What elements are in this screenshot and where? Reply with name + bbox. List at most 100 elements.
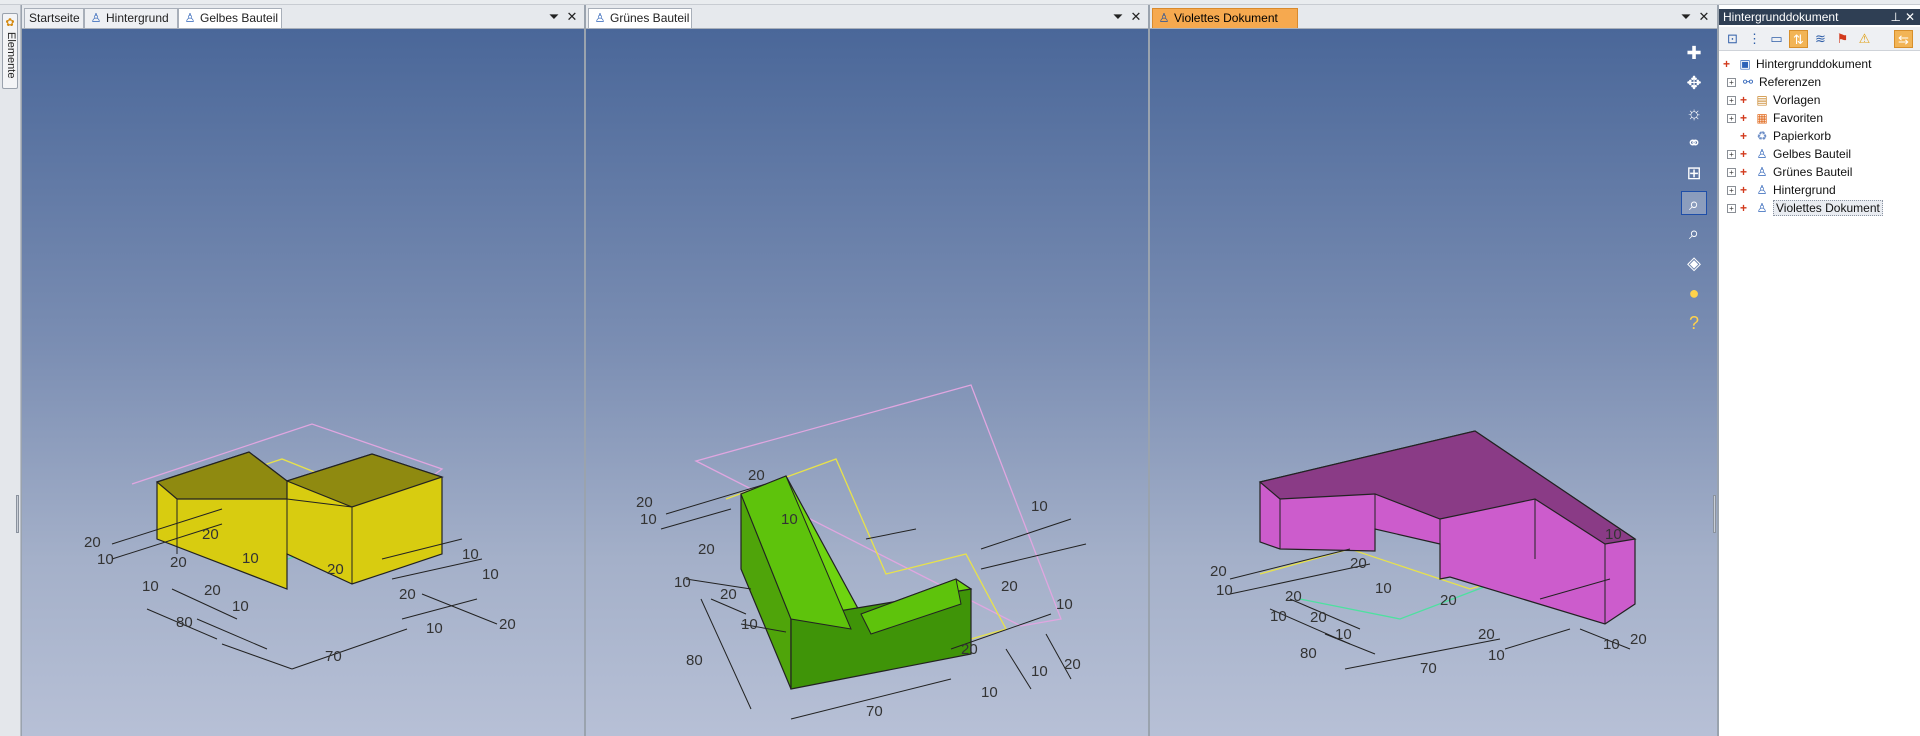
tree-node-vorlagen[interactable]: + + ▤ Vorlagen bbox=[1727, 91, 1820, 109]
dimension-label: 10 bbox=[674, 574, 691, 591]
dimension-label: 10 bbox=[741, 616, 758, 633]
tree-node-label: Vorlagen bbox=[1773, 93, 1821, 107]
tab-label: Startseite bbox=[29, 11, 80, 25]
dimension-label: 10 bbox=[1605, 526, 1622, 543]
color-icon[interactable]: ● bbox=[1681, 281, 1707, 305]
warning-icon[interactable]: ⚠ bbox=[1855, 30, 1874, 48]
tree-node-gelbes-bauteil[interactable]: + + ♙ Gelbes Bauteil bbox=[1727, 145, 1851, 163]
tab-label: Gelbes Bauteil bbox=[200, 11, 279, 25]
tab-menu-icon[interactable]: ⏷ bbox=[546, 9, 562, 25]
tree-node-root[interactable]: + ▣ Hintergrunddokument bbox=[1723, 55, 1871, 73]
window-icon[interactable]: ▭ bbox=[1767, 30, 1786, 48]
dimension-label: 20 bbox=[1630, 631, 1647, 648]
add-icon: + bbox=[1740, 201, 1748, 215]
dimension-label: 10 bbox=[482, 566, 499, 583]
elements-tab[interactable]: ✿ Elemente bbox=[2, 13, 18, 89]
flag-icon[interactable]: ⚑ bbox=[1833, 30, 1852, 48]
help-icon[interactable]: ? bbox=[1681, 311, 1707, 335]
fit-icon[interactable]: ⊡ bbox=[1723, 30, 1742, 48]
add-icon: + bbox=[1740, 165, 1748, 179]
tab-menu-icon[interactable]: ⏷ bbox=[1678, 9, 1694, 25]
expand-icon[interactable]: + bbox=[1727, 78, 1736, 87]
zoom-icon[interactable]: ⌕ bbox=[1681, 221, 1707, 245]
outline-trace bbox=[1299, 578, 1506, 620]
tree-node-label: Papierkorb bbox=[1773, 129, 1832, 143]
tab-gelbes-bauteil[interactable]: ♙ Gelbes Bauteil bbox=[178, 8, 282, 28]
3d-viewport[interactable]: 20 10 20 20 10 10 20 20 10 80 70 10 20 1… bbox=[1150, 29, 1717, 736]
dimension-label: 70 bbox=[1420, 660, 1437, 677]
dimension-label: 80 bbox=[686, 652, 703, 669]
dimension-label: 70 bbox=[866, 703, 883, 720]
view-cube-icon[interactable]: ◈ bbox=[1681, 251, 1707, 275]
part-icon: ♙ bbox=[184, 11, 196, 25]
3d-viewport[interactable]: 20 10 10 20 20 10 20 10 80 70 10 20 20 1… bbox=[22, 29, 584, 736]
dimension-label: 20 bbox=[961, 641, 978, 658]
camera-icon[interactable]: ⚭ bbox=[1681, 131, 1707, 155]
tab-startseite[interactable]: Startseite bbox=[24, 8, 84, 28]
tree-node-label: Violettes Dokument bbox=[1773, 200, 1883, 216]
tab-gruenes-bauteil[interactable]: ♙ Grünes Bauteil bbox=[588, 8, 692, 28]
tree-node-gruenes-bauteil[interactable]: + + ♙ Grünes Bauteil bbox=[1727, 163, 1852, 181]
tab-hintergrund[interactable]: ♙ Hintergrund bbox=[84, 8, 178, 28]
part-icon: ♙ bbox=[594, 11, 606, 25]
tree-node-hintergrund[interactable]: + + ♙ Hintergrund bbox=[1727, 181, 1836, 199]
references-icon: ⚯ bbox=[1742, 75, 1754, 89]
expand-icon[interactable]: + bbox=[1727, 186, 1736, 195]
close-icon[interactable]: ✕ bbox=[1128, 9, 1144, 25]
dimension-label: 20 bbox=[698, 541, 715, 558]
light-icon[interactable]: ☼ bbox=[1681, 101, 1707, 125]
sync-icon[interactable]: ⇆ bbox=[1894, 30, 1913, 48]
splitter-handle[interactable] bbox=[1713, 495, 1716, 533]
tree-node-referenzen[interactable]: + ⚯ Referenzen bbox=[1727, 73, 1821, 91]
sort-icon[interactable]: ⇅ bbox=[1789, 30, 1808, 48]
expand-icon[interactable]: + bbox=[1723, 55, 1733, 73]
add-icon: + bbox=[1740, 129, 1748, 143]
dimension-label: 20 bbox=[499, 616, 516, 633]
layers-icon[interactable]: ≋ bbox=[1811, 30, 1830, 48]
dimension-label: 10 bbox=[1031, 498, 1048, 515]
tree-node-violettes-dokument[interactable]: + + ♙ Violettes Dokument bbox=[1727, 199, 1883, 217]
expand-icon[interactable]: + bbox=[1727, 150, 1736, 159]
templates-icon: ▤ bbox=[1756, 93, 1768, 107]
tab-label: Hintergrund bbox=[106, 11, 169, 25]
panel-title-text: Hintergrunddokument bbox=[1723, 10, 1839, 24]
elements-tab-label: Elemente bbox=[5, 32, 17, 79]
dimension-label: 20 bbox=[202, 526, 219, 543]
expand-icon[interactable]: + bbox=[1727, 114, 1736, 123]
panel-title: Hintergrunddokument ⊥ ✕ bbox=[1719, 9, 1920, 25]
plus-icon[interactable]: ✚ bbox=[1681, 41, 1707, 65]
tree-icon[interactable]: ⋮ bbox=[1745, 30, 1764, 48]
layout-icon[interactable]: ⊞ bbox=[1681, 161, 1707, 185]
zoom-window-icon[interactable]: ⌕ bbox=[1681, 191, 1707, 215]
tree-node-favoriten[interactable]: + + ▦ Favoriten bbox=[1727, 109, 1823, 127]
tree-node-label: Hintergrunddokument bbox=[1756, 57, 1872, 71]
dimension-label: 20 bbox=[1285, 588, 1302, 605]
dimension-label: 10 bbox=[1488, 647, 1505, 664]
tab-violettes-dokument[interactable]: ♙ Violettes Dokument bbox=[1152, 8, 1298, 28]
tab-menu-icon[interactable]: ⏷ bbox=[1110, 9, 1126, 25]
close-icon[interactable]: ✕ bbox=[564, 9, 580, 25]
dimension-label: 10 bbox=[1216, 582, 1233, 599]
3d-viewport[interactable]: 20 10 20 20 10 10 20 10 80 70 10 20 20 1… bbox=[586, 29, 1148, 736]
splitter-handle[interactable] bbox=[16, 495, 19, 533]
close-icon[interactable]: ✕ bbox=[1905, 9, 1915, 25]
expand-icon[interactable]: + bbox=[1727, 168, 1736, 177]
add-icon: + bbox=[1740, 111, 1748, 125]
part-icon: ♙ bbox=[1756, 147, 1768, 161]
tab-bar: Startseite ♙ Hintergrund ♙ Gelbes Bauteil … bbox=[22, 5, 584, 29]
expand-icon[interactable]: + bbox=[1727, 96, 1736, 105]
tree-node-papierkorb[interactable]: + ♻ Papierkorb bbox=[1740, 127, 1831, 145]
tree-node-label: Favoriten bbox=[1773, 111, 1824, 125]
document-icon: ▣ bbox=[1739, 57, 1751, 71]
dimension-label: 10 bbox=[1603, 636, 1620, 653]
dimension-label: 20 bbox=[204, 582, 221, 599]
dimension-label: 10 bbox=[242, 550, 259, 567]
dimension-label: 10 bbox=[781, 511, 798, 528]
pin-icon[interactable]: ⊥ bbox=[1891, 9, 1901, 25]
dimension-label: 80 bbox=[176, 614, 193, 631]
close-icon[interactable]: ✕ bbox=[1696, 9, 1712, 25]
move-icon[interactable]: ✥ bbox=[1681, 71, 1707, 95]
part-icon: ♙ bbox=[1756, 165, 1768, 179]
dimension-label: 10 bbox=[142, 578, 159, 595]
expand-icon[interactable]: + bbox=[1727, 204, 1736, 213]
